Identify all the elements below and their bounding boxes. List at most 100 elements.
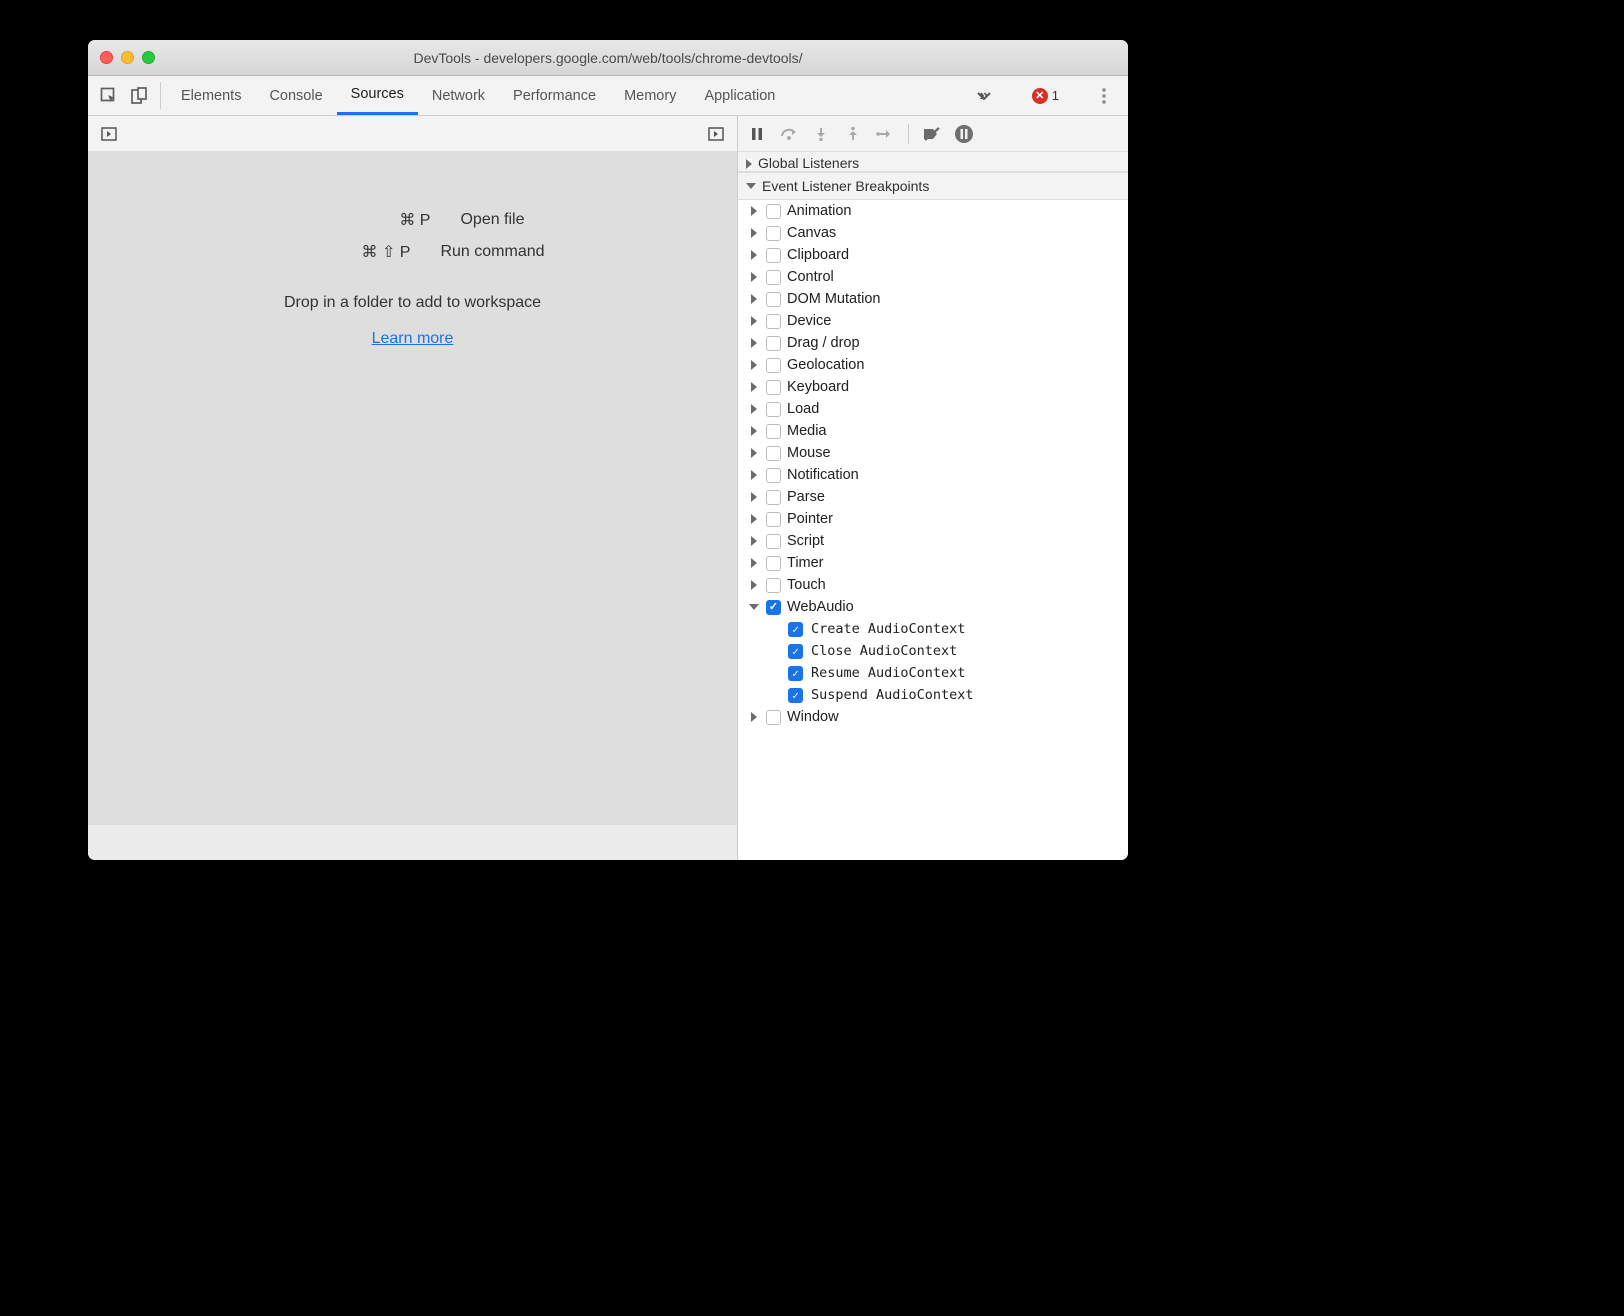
left-toolbar	[88, 116, 737, 152]
category-checkbox[interactable]	[766, 204, 781, 219]
breakpoint-category[interactable]: Control	[738, 266, 1128, 288]
breakpoint-category[interactable]: Touch	[738, 574, 1128, 596]
breakpoint-category[interactable]: Drag / drop	[738, 332, 1128, 354]
breakpoint-item[interactable]: Close AudioContext	[738, 640, 1128, 662]
category-checkbox[interactable]	[766, 336, 781, 351]
pause-script-icon[interactable]	[746, 123, 768, 145]
category-checkbox[interactable]	[766, 600, 781, 615]
category-checkbox[interactable]	[766, 380, 781, 395]
category-checkbox[interactable]	[766, 490, 781, 505]
sources-left-pane: ⌘ P Open file ⌘ ⇧ P Run command Drop in …	[88, 116, 738, 860]
category-label: Script	[787, 533, 824, 549]
breakpoint-item[interactable]: Resume AudioContext	[738, 662, 1128, 684]
tab-network[interactable]: Network	[418, 76, 499, 115]
breakpoint-item[interactable]: Create AudioContext	[738, 618, 1128, 640]
breakpoint-category[interactable]: DOM Mutation	[738, 288, 1128, 310]
more-tabs-icon[interactable]: »	[969, 88, 999, 104]
chevron-right-icon	[751, 470, 757, 480]
category-label: Media	[787, 423, 827, 439]
breakpoint-category[interactable]: Script	[738, 530, 1128, 552]
item-label: Suspend AudioContext	[811, 687, 974, 703]
breakpoint-category[interactable]: Pointer	[738, 508, 1128, 530]
breakpoint-category[interactable]: Timer	[738, 552, 1128, 574]
settings-menu-icon[interactable]	[1092, 88, 1116, 104]
chevron-right-icon	[751, 360, 757, 370]
drop-folder-text: Drop in a folder to add to workspace	[284, 294, 541, 312]
chevron-down-icon	[749, 604, 759, 610]
breakpoint-category[interactable]: Canvas	[738, 222, 1128, 244]
category-checkbox[interactable]	[766, 248, 781, 263]
breakpoint-category[interactable]: Parse	[738, 486, 1128, 508]
learn-more-link[interactable]: Learn more	[372, 330, 454, 348]
breakpoint-category[interactable]: WebAudio	[738, 596, 1128, 618]
item-label: Resume AudioContext	[811, 665, 965, 681]
devtools-tabbar: ElementsConsoleSourcesNetworkPerformance…	[88, 76, 1128, 116]
breakpoint-category[interactable]: Clipboard	[738, 244, 1128, 266]
item-checkbox[interactable]	[788, 644, 803, 659]
inspect-element-icon[interactable]	[94, 76, 124, 115]
chevron-right-icon	[751, 382, 757, 392]
tab-application[interactable]: Application	[690, 76, 789, 115]
category-checkbox[interactable]	[766, 534, 781, 549]
step-into-icon[interactable]	[810, 123, 832, 145]
error-icon: ✕	[1032, 88, 1048, 104]
category-checkbox[interactable]	[766, 292, 781, 307]
item-label: Close AudioContext	[811, 643, 957, 659]
breakpoint-category[interactable]: Load	[738, 398, 1128, 420]
category-checkbox[interactable]	[766, 446, 781, 461]
category-checkbox[interactable]	[766, 468, 781, 483]
step-icon[interactable]	[874, 123, 896, 145]
error-indicator[interactable]: ✕ 1	[1032, 88, 1059, 104]
item-checkbox[interactable]	[788, 688, 803, 703]
chevron-right-icon	[751, 338, 757, 348]
chevron-right-icon	[751, 514, 757, 524]
pause-on-exceptions-icon[interactable]	[953, 123, 975, 145]
show-navigator-icon[interactable]	[96, 121, 122, 147]
category-checkbox[interactable]	[766, 226, 781, 241]
chevron-right-icon	[751, 580, 757, 590]
show-debugger-icon[interactable]	[703, 121, 729, 147]
section-global-listeners[interactable]: Global Listeners	[738, 152, 1128, 172]
category-label: Keyboard	[787, 379, 849, 395]
category-checkbox[interactable]	[766, 556, 781, 571]
category-label: Control	[787, 269, 834, 285]
breakpoint-category[interactable]: Notification	[738, 464, 1128, 486]
category-checkbox[interactable]	[766, 270, 781, 285]
category-label: Clipboard	[787, 247, 849, 263]
section-event-listener-breakpoints[interactable]: Event Listener Breakpoints	[738, 172, 1128, 200]
step-over-icon[interactable]	[778, 123, 800, 145]
category-checkbox[interactable]	[766, 424, 781, 439]
step-out-icon[interactable]	[842, 123, 864, 145]
category-checkbox[interactable]	[766, 512, 781, 527]
deactivate-breakpoints-icon[interactable]	[921, 123, 943, 145]
shortcut-keys: ⌘ ⇧ P	[280, 242, 410, 262]
tab-memory[interactable]: Memory	[610, 76, 690, 115]
chevron-right-icon	[751, 536, 757, 546]
device-toggle-icon[interactable]	[124, 76, 154, 115]
tab-elements[interactable]: Elements	[167, 76, 255, 115]
category-label: Canvas	[787, 225, 836, 241]
shortcut-keys: ⌘ P	[300, 210, 430, 230]
category-checkbox[interactable]	[766, 710, 781, 725]
tab-performance[interactable]: Performance	[499, 76, 610, 115]
breakpoint-category[interactable]: Device	[738, 310, 1128, 332]
breakpoint-category[interactable]: Media	[738, 420, 1128, 442]
tab-sources[interactable]: Sources	[337, 76, 418, 115]
chevron-right-icon	[751, 404, 757, 414]
titlebar: DevTools - developers.google.com/web/too…	[88, 40, 1128, 76]
breakpoint-category[interactable]: Animation	[738, 200, 1128, 222]
category-checkbox[interactable]	[766, 402, 781, 417]
tabs: ElementsConsoleSourcesNetworkPerformance…	[167, 76, 789, 115]
item-checkbox[interactable]	[788, 622, 803, 637]
category-label: WebAudio	[787, 599, 854, 615]
breakpoint-category[interactable]: Window	[738, 706, 1128, 728]
item-checkbox[interactable]	[788, 666, 803, 681]
category-checkbox[interactable]	[766, 578, 781, 593]
breakpoint-category[interactable]: Geolocation	[738, 354, 1128, 376]
category-checkbox[interactable]	[766, 358, 781, 373]
category-checkbox[interactable]	[766, 314, 781, 329]
breakpoint-item[interactable]: Suspend AudioContext	[738, 684, 1128, 706]
breakpoint-category[interactable]: Mouse	[738, 442, 1128, 464]
tab-console[interactable]: Console	[255, 76, 336, 115]
breakpoint-category[interactable]: Keyboard	[738, 376, 1128, 398]
